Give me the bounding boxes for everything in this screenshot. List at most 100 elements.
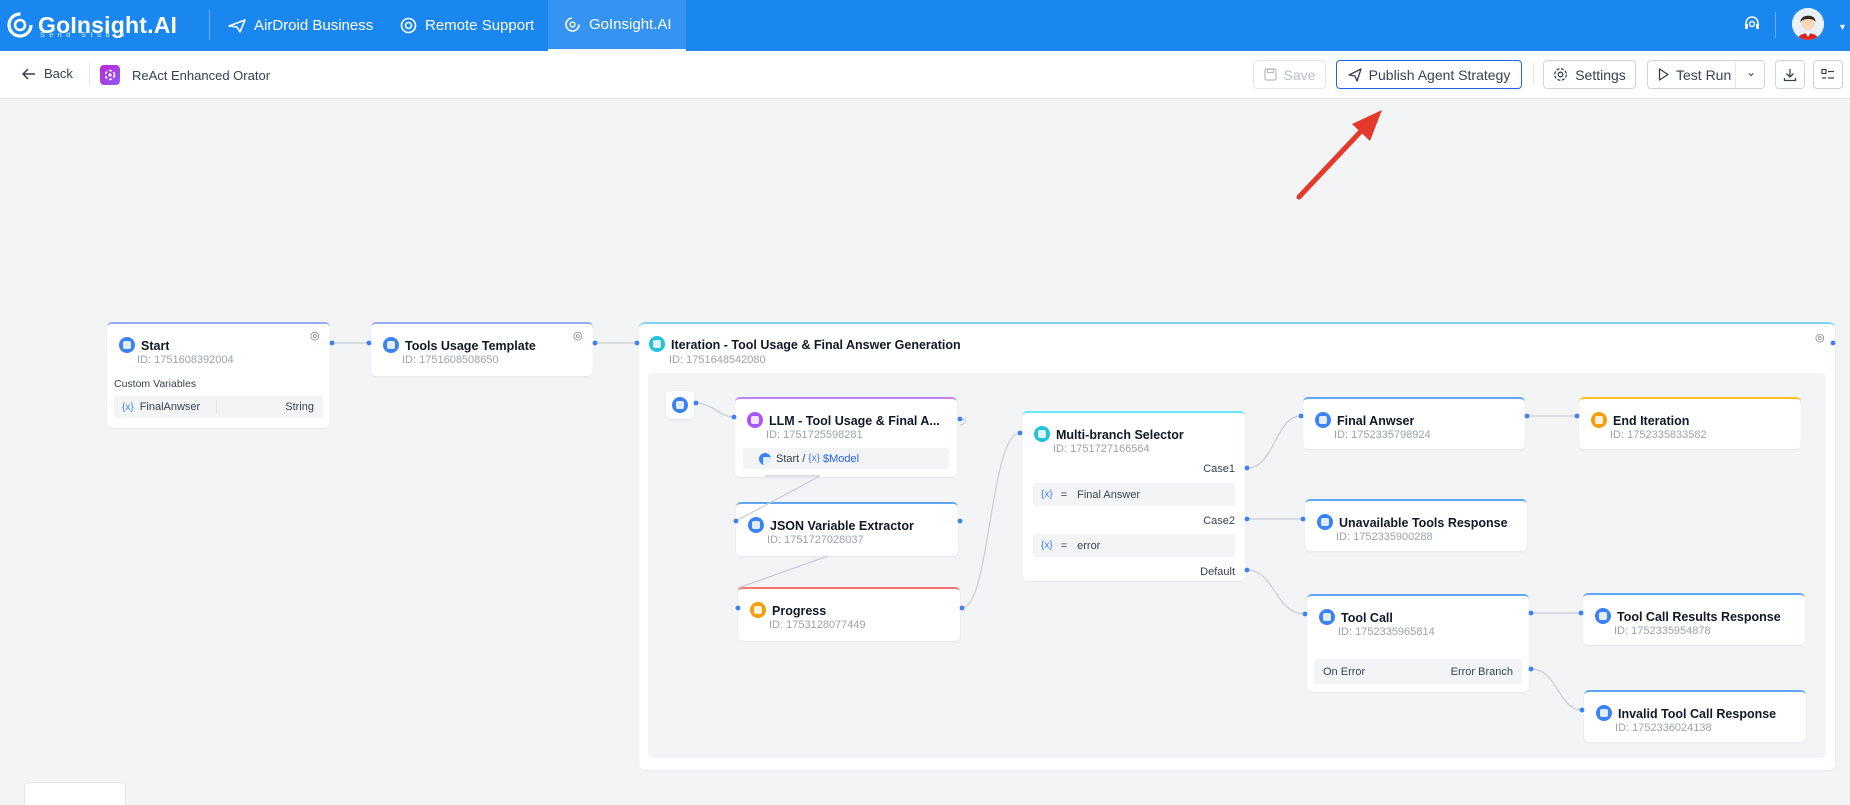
node-title: Tools Usage Template	[383, 337, 536, 353]
save-button[interactable]: Save	[1253, 60, 1326, 89]
node-title: Invalid Tool Call Response	[1596, 705, 1776, 721]
divider	[216, 400, 217, 414]
support-agent-icon[interactable]	[1743, 15, 1761, 38]
publish-agent-strategy-button[interactable]: Publish Agent Strategy	[1336, 60, 1522, 89]
variable-icon: {x}	[808, 453, 820, 464]
variable-assign-icon	[1315, 412, 1331, 428]
iteration-start-node[interactable]	[666, 391, 694, 419]
agent-name: ReAct Enhanced Orator	[132, 68, 271, 83]
checklist-icon	[1821, 68, 1834, 79]
variable-assign-icon	[1595, 608, 1611, 624]
operator: =	[1060, 488, 1068, 501]
invalid-tool-call-response-node[interactable]: Invalid Tool Call Response ID: 175233602…	[1584, 690, 1806, 742]
node-title: Tool Call	[1319, 609, 1393, 625]
multi-branch-selector-node[interactable]: Multi-branch Selector ID: 1751727166564 …	[1022, 411, 1245, 581]
node-title: Multi-branch Selector	[1034, 426, 1184, 442]
progress-node[interactable]: Progress ID: 1753128077449	[738, 587, 960, 641]
default-label: Default	[1200, 566, 1235, 578]
divider	[209, 10, 210, 40]
send-icon	[1348, 67, 1362, 82]
settings-button[interactable]: Settings	[1543, 60, 1636, 89]
llm-icon	[747, 412, 763, 428]
save-label: Save	[1283, 66, 1316, 83]
node-id: ID: 1751727028037	[767, 534, 864, 546]
divider	[89, 63, 90, 85]
lifebuoy-icon	[400, 17, 417, 34]
on-error-label: On Error	[1323, 665, 1366, 678]
node-title: JSON Variable Extractor	[748, 517, 914, 533]
node-id: ID: 1751608392004	[137, 354, 234, 366]
publish-label: Publish Agent Strategy	[1368, 66, 1511, 83]
condition-value: error	[1077, 539, 1101, 552]
unavailable-tools-response-node[interactable]: Unavailable Tools Response ID: 175233590…	[1305, 499, 1527, 551]
node-title: Final Anwser	[1315, 412, 1414, 428]
back-label: Back	[44, 66, 73, 81]
home-icon	[759, 452, 771, 465]
eye-off-icon[interactable]: ◎	[573, 329, 583, 342]
avatar-icon	[1792, 8, 1824, 40]
error-handling-row[interactable]: On Error Error Branch	[1314, 659, 1522, 684]
ref-node: Start	[776, 452, 800, 465]
variable-icon: {x}	[122, 401, 134, 413]
tool-call-results-response-node[interactable]: Tool Call Results Response ID: 175233595…	[1583, 593, 1805, 645]
test-run-label: Test Run	[1676, 66, 1732, 83]
node-id: ID: 1752335833582	[1610, 429, 1707, 441]
custom-variables-label: Custom Variables	[114, 378, 197, 390]
json-variable-extractor-node[interactable]: JSON Variable Extractor ID: 175172702803…	[736, 502, 958, 556]
variable-assign-icon	[1596, 705, 1612, 721]
node-title: LLM - Tool Usage & Final A...	[747, 412, 952, 428]
test-run-button[interactable]: Test Run ⌄	[1647, 60, 1765, 89]
start-node[interactable]: Start ID: 1751608392004 Custom Variables…	[107, 322, 330, 428]
hash-icon	[383, 337, 399, 353]
checklist-button[interactable]	[1813, 60, 1843, 89]
user-avatar[interactable]	[1792, 8, 1824, 40]
node-title: Progress	[750, 602, 826, 618]
divider	[1533, 64, 1534, 86]
variable-assign-icon	[1317, 514, 1333, 530]
llm-node[interactable]: LLM - Tool Usage & Final A... ID: 175172…	[735, 397, 957, 477]
node-id: ID: 1751727166564	[1053, 443, 1150, 455]
tool-icon	[1319, 609, 1335, 625]
download-icon	[1783, 68, 1797, 81]
chevron-down-icon[interactable]: ⌄	[1746, 65, 1756, 79]
back-button[interactable]: Back	[22, 66, 73, 81]
variable-reference[interactable]: Start / {x} $Model	[743, 448, 949, 469]
divider	[1735, 61, 1736, 88]
node-id: ID: 1752335798924	[1334, 429, 1431, 441]
tab-airdroid-business[interactable]: AirDroid Business	[228, 0, 378, 51]
play-icon	[1658, 68, 1669, 81]
eye-off-icon[interactable]: ◎	[310, 329, 320, 342]
chevron-down-icon[interactable]: ▾	[1840, 22, 1845, 33]
node-id: ID: 1753128077449	[769, 619, 866, 631]
iteration-icon	[649, 336, 665, 352]
top-navigation-bar: GoInsight.AI Send Studio AirDroid Busine…	[0, 0, 1850, 51]
minimap[interactable]	[24, 782, 126, 805]
json-icon	[748, 517, 764, 533]
final-answer-node[interactable]: Final Anwser ID: 1752335798924	[1303, 397, 1525, 449]
case1-label: Case1	[1203, 463, 1235, 475]
tab-goinsight-ai[interactable]: GoInsight.AI	[548, 0, 686, 51]
logo-subtext: Send Studio	[40, 32, 129, 39]
variable-icon: {x}	[1041, 540, 1053, 551]
branch-icon	[1034, 426, 1050, 442]
case1-condition[interactable]: {x} = Final Answer	[1033, 483, 1235, 506]
paper-plane-icon	[228, 18, 246, 33]
tab-remote-support[interactable]: Remote Support	[400, 0, 540, 51]
variable-row[interactable]: {x} FinalAnwser String	[114, 396, 323, 418]
condition-value: Final Answer	[1077, 488, 1141, 501]
tab-label: GoInsight.AI	[589, 16, 672, 33]
progress-icon	[750, 602, 766, 618]
case2-condition[interactable]: {x} = error	[1033, 534, 1235, 557]
node-id: ID: 1752336024138	[1615, 722, 1712, 734]
tools-usage-template-node[interactable]: Tools Usage Template ID: 1751608508650 ◎	[371, 322, 593, 376]
goinsight-logo[interactable]: GoInsight.AI Send Studio	[6, 9, 177, 41]
eye-off-icon[interactable]: ◎	[1815, 331, 1825, 344]
download-button[interactable]	[1775, 60, 1805, 89]
ref-separator: /	[802, 452, 806, 465]
tool-call-node[interactable]: Tool Call ID: 1752335965814 On Error Err…	[1307, 594, 1529, 692]
node-id: ID: 1751608508650	[402, 354, 499, 366]
node-title: Start	[119, 337, 169, 353]
end-iteration-node[interactable]: End Iteration ID: 1752335833582	[1579, 397, 1801, 449]
node-title: Tool Call Results Response	[1595, 608, 1781, 624]
node-title: Unavailable Tools Response	[1317, 514, 1508, 530]
